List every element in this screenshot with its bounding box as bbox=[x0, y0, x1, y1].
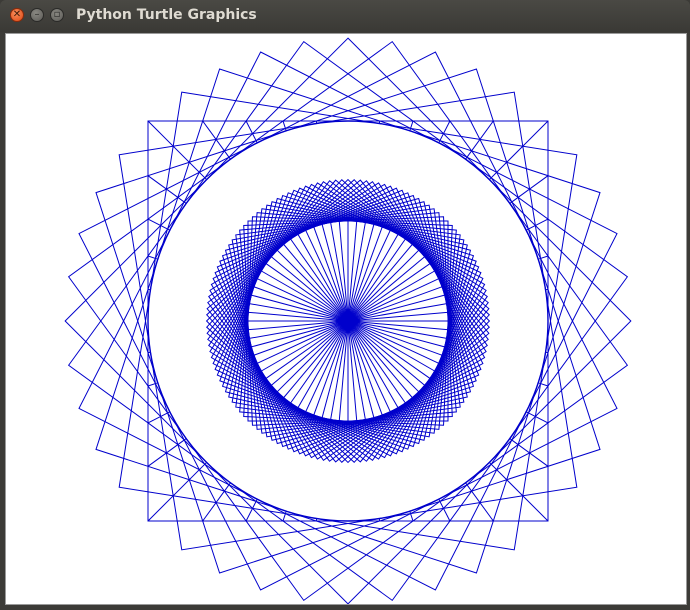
outer-radial-line bbox=[438, 120, 451, 144]
turtle-window: ✕ – ▫ Python Turtle Graphics bbox=[0, 0, 690, 610]
minimize-button[interactable]: – bbox=[30, 8, 44, 22]
maximize-button[interactable]: ▫ bbox=[50, 8, 64, 22]
title-bar[interactable]: ✕ – ▫ Python Turtle Graphics bbox=[0, 0, 690, 32]
close-button[interactable]: ✕ bbox=[10, 8, 24, 22]
outer-radial-line bbox=[147, 218, 171, 231]
turtle-drawing bbox=[64, 37, 632, 604]
outer-radial-line bbox=[438, 498, 451, 522]
outer-radial-line bbox=[489, 120, 549, 180]
window-title: Python Turtle Graphics bbox=[76, 7, 257, 23]
outer-radial-line bbox=[525, 218, 549, 231]
minimize-icon: – bbox=[34, 9, 40, 20]
turtle-canvas[interactable] bbox=[5, 33, 687, 605]
outer-radial-line bbox=[147, 411, 171, 424]
maximize-icon: ▫ bbox=[53, 9, 61, 20]
outer-radial-line bbox=[147, 462, 207, 522]
close-icon: ✕ bbox=[12, 9, 22, 20]
center-spokes bbox=[247, 220, 449, 422]
outer-radial-line bbox=[245, 498, 258, 522]
outer-radial-line bbox=[245, 120, 258, 144]
outer-radial-line bbox=[525, 411, 549, 424]
outer-radial-line bbox=[489, 462, 549, 522]
outer-radial-line bbox=[147, 120, 207, 180]
